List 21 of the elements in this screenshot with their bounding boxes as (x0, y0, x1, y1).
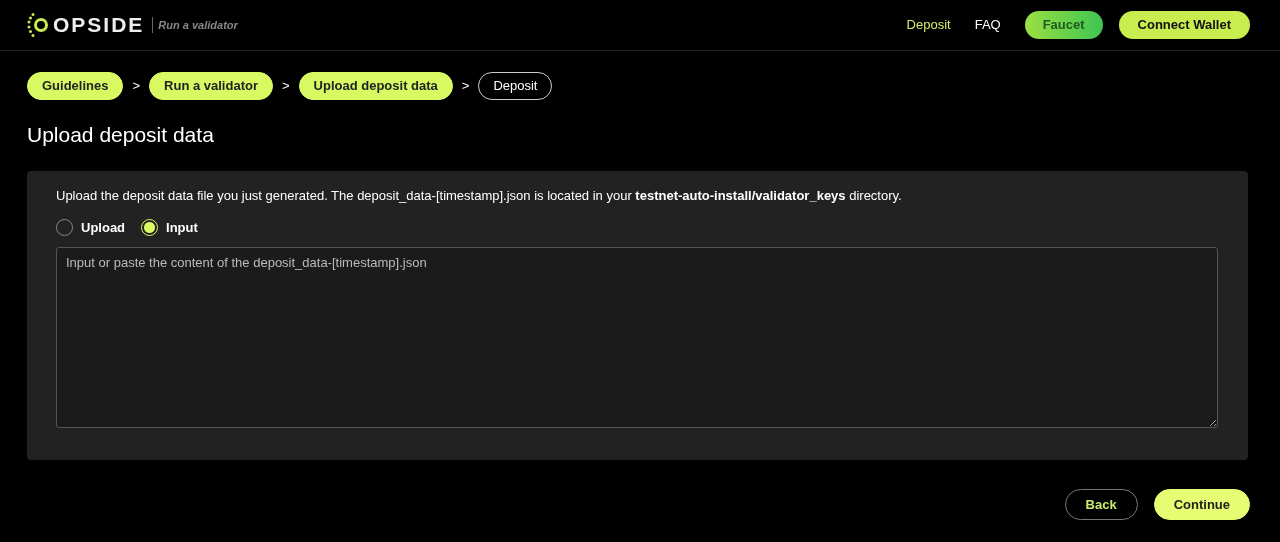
faucet-button[interactable]: Faucet (1024, 11, 1103, 39)
radio-label[interactable]: Upload (81, 218, 126, 238)
step-pill: Deposit (478, 72, 553, 100)
deposit-data-field[interactable]: Input or paste the content of the deposit_data-[timestamp].json (56, 246, 1218, 428)
continue-button[interactable]: Continue (1153, 488, 1250, 521)
logo-text: OPSIDE (53, 12, 145, 39)
description-text: Upload the deposit data file you just generated. The deposit_data-[timestamp].json is located in your testnet-auto-install/validator_keys directory. (56, 186, 903, 205)
step-pill: Upload deposit data (298, 72, 453, 100)
logo-icon (27, 12, 49, 38)
nav-link[interactable]: Deposit (906, 15, 951, 35)
page-title: Upload deposit data (27, 121, 215, 147)
separator-text: > (460, 77, 471, 95)
radio-label[interactable]: Input (166, 218, 198, 238)
back-button[interactable]: Back (1064, 488, 1138, 521)
separator-text: > (281, 77, 291, 95)
connect-wallet-button[interactable]: Connect Wallet (1118, 11, 1250, 39)
tagline: Run a validator (152, 16, 238, 34)
separator-text: > (131, 77, 142, 95)
nav-link[interactable]: FAQ (974, 15, 1001, 35)
step-pill: Guidelines (27, 72, 124, 100)
step-pill: Run a validator (149, 72, 273, 100)
